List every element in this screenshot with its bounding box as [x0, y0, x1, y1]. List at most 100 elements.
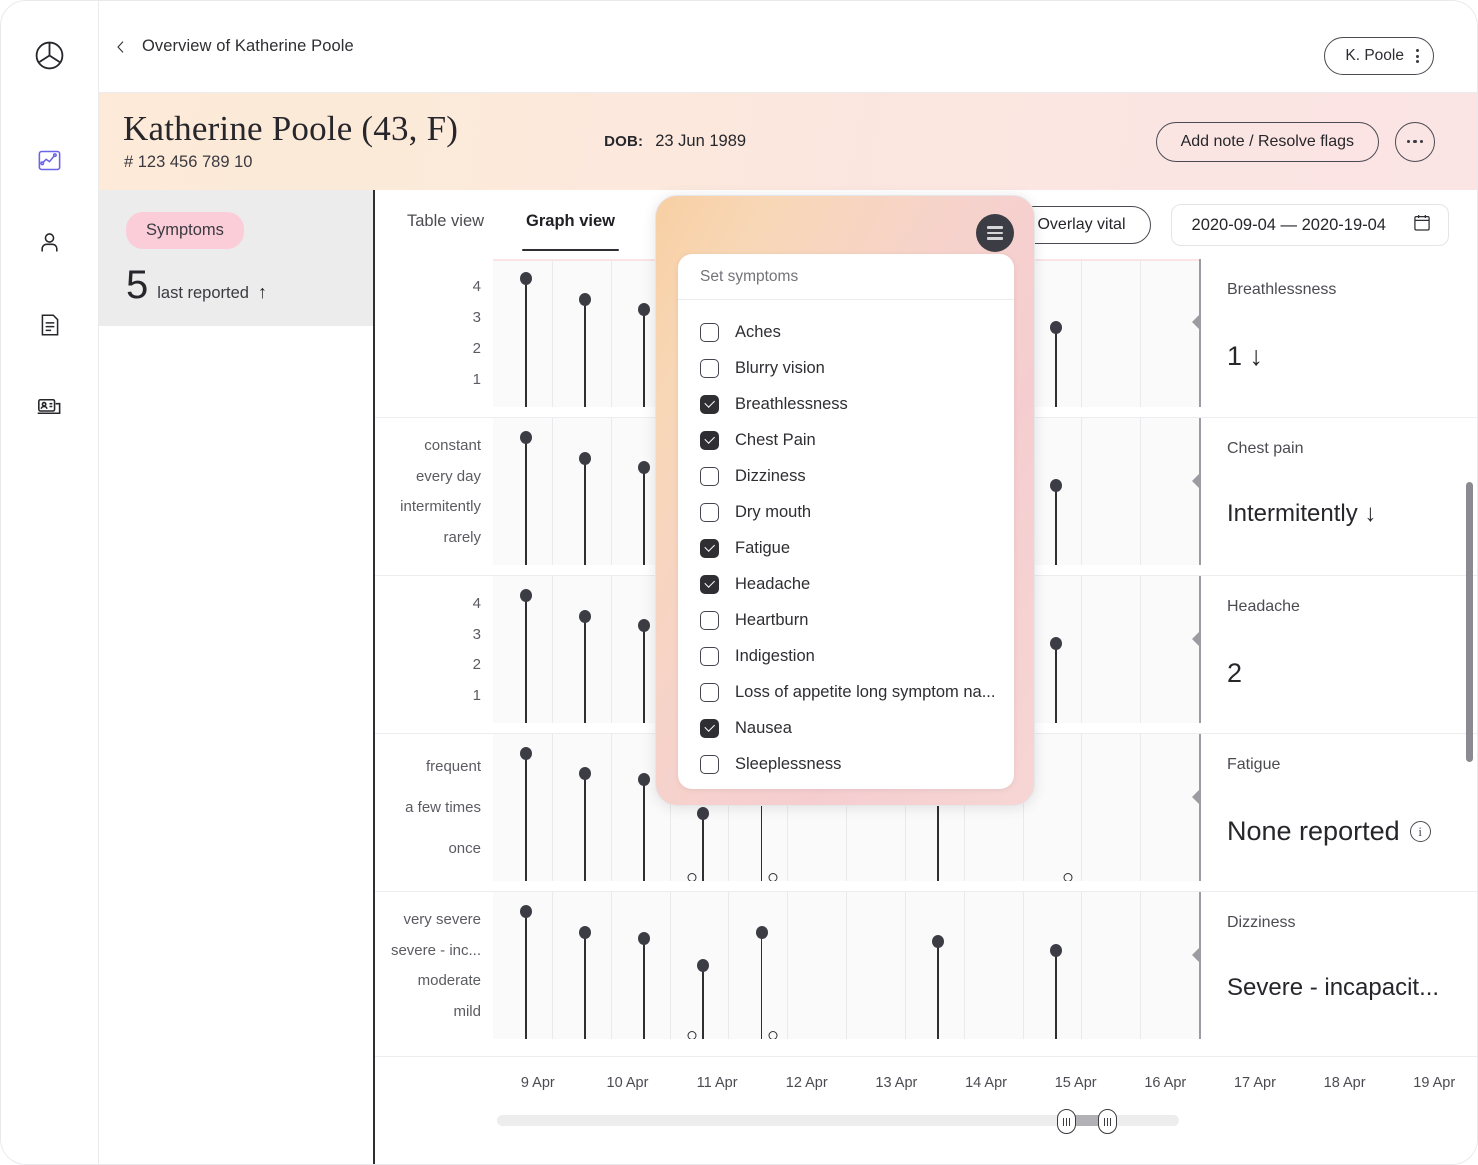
data-point-stem[interactable]	[637, 619, 650, 723]
data-point-stem[interactable]	[637, 302, 650, 407]
data-point-dot[interactable]	[520, 272, 533, 286]
data-point-stem[interactable]	[696, 959, 709, 1039]
zero-value-marker[interactable]	[687, 1031, 697, 1039]
checkbox[interactable]	[700, 538, 719, 558]
data-point-stem[interactable]	[696, 807, 709, 881]
data-point-stem[interactable]	[1049, 320, 1062, 407]
data-point-dot[interactable]	[520, 747, 533, 761]
user-menu-button[interactable]: K. Poole	[1324, 37, 1434, 75]
checkbox[interactable]	[700, 718, 719, 738]
data-point-stem[interactable]	[579, 926, 592, 1039]
data-point-dot[interactable]	[579, 767, 592, 781]
data-point-stem[interactable]	[755, 926, 768, 1039]
symptom-option-indigestion[interactable]: Indigestion	[678, 638, 1014, 674]
tab-table-view[interactable]: Table view	[407, 212, 484, 251]
data-point-dot[interactable]	[637, 619, 650, 633]
data-point-dot[interactable]	[579, 926, 592, 940]
checkbox[interactable]	[700, 502, 719, 522]
data-point-dot[interactable]	[520, 905, 533, 919]
symptom-option-fatigue[interactable]: Fatigue	[678, 530, 1014, 566]
sidebar-item-records[interactable]	[30, 307, 70, 347]
ellipsis-horizontal-icon[interactable]	[1395, 121, 1435, 162]
sidebar-item-consultations[interactable]	[30, 389, 70, 429]
symptom-option-dry-mouth[interactable]: Dry mouth	[678, 494, 1014, 530]
scrubber-left-handle[interactable]	[1056, 1109, 1076, 1134]
brand-logo-icon[interactable]	[30, 35, 70, 75]
data-point-dot[interactable]	[637, 773, 650, 787]
checkbox[interactable]	[700, 394, 719, 414]
data-point-dot[interactable]	[637, 302, 650, 316]
data-point-dot[interactable]	[1049, 944, 1062, 958]
symptom-option-loss-of-appetite-long-symptom-na[interactable]: Loss of appetite long symptom na...	[678, 674, 1014, 710]
sidebar-item-analytics[interactable]	[30, 143, 70, 183]
data-point-dot[interactable]	[520, 589, 533, 603]
hamburger-menu-icon[interactable]	[976, 214, 1014, 252]
date-range-picker[interactable]: 2020-09-04 — 2020-19-04	[1170, 204, 1449, 246]
data-point-dot[interactable]	[637, 932, 650, 946]
checkbox[interactable]	[700, 682, 719, 702]
sidebar-item-patients[interactable]	[30, 225, 70, 265]
id-card-laptop-icon	[36, 393, 63, 425]
checkbox[interactable]	[700, 574, 719, 594]
symptoms-summary-card[interactable]: Symptoms 5 last reported ↑	[99, 190, 373, 326]
zero-value-marker[interactable]	[1063, 873, 1073, 881]
zero-value-marker[interactable]	[768, 1031, 778, 1039]
checkbox[interactable]	[700, 610, 719, 630]
row-summary-value: Severe - incapacit...	[1227, 974, 1439, 1002]
symptom-option-dizziness[interactable]: Dizziness	[678, 458, 1014, 494]
data-point-stem[interactable]	[520, 589, 533, 723]
zero-value-marker[interactable]	[687, 873, 697, 881]
data-point-stem[interactable]	[1049, 479, 1062, 565]
kebab-vertical-icon[interactable]	[1416, 49, 1419, 63]
plot-area[interactable]	[493, 892, 1199, 1039]
symptom-option-blurry-vision[interactable]: Blurry vision	[678, 350, 1014, 386]
data-point-stem[interactable]	[520, 272, 533, 407]
checkbox[interactable]	[700, 430, 719, 450]
data-point-stem[interactable]	[637, 932, 650, 1039]
data-point-stem[interactable]	[579, 767, 592, 881]
data-point-dot[interactable]	[696, 959, 709, 973]
data-point-dot[interactable]	[1049, 637, 1062, 651]
tab-graph-view[interactable]: Graph view	[522, 212, 619, 251]
zero-value-marker[interactable]	[768, 873, 778, 881]
symptom-option-heartburn[interactable]: Heartburn	[678, 602, 1014, 638]
data-point-stem[interactable]	[1049, 944, 1062, 1039]
data-point-stem[interactable]	[579, 610, 592, 723]
checkbox[interactable]	[700, 754, 719, 774]
checkbox[interactable]	[700, 358, 719, 378]
data-point-dot[interactable]	[1049, 479, 1062, 493]
data-point-stem[interactable]	[637, 461, 650, 565]
data-point-dot[interactable]	[932, 935, 945, 949]
symptom-option-chest-pain[interactable]: Chest Pain	[678, 422, 1014, 458]
data-point-dot[interactable]	[579, 610, 592, 624]
data-point-stem[interactable]	[1049, 637, 1062, 723]
symptom-option-breathlessness[interactable]: Breathlessness	[678, 386, 1014, 422]
rows-scrollbar[interactable]	[1466, 482, 1473, 762]
back-link[interactable]: Overview of Katherine Poole	[113, 37, 354, 56]
time-scrubber[interactable]	[497, 1109, 1179, 1134]
checkbox[interactable]	[700, 466, 719, 486]
data-point-stem[interactable]	[579, 293, 592, 407]
add-note-resolve-flags-button[interactable]: Add note / Resolve flags	[1155, 121, 1379, 162]
symptom-option-sleeplessness[interactable]: Sleeplessness	[678, 746, 1014, 782]
checkbox[interactable]	[700, 322, 719, 342]
data-point-dot[interactable]	[755, 926, 768, 940]
data-point-dot[interactable]	[579, 452, 592, 466]
data-point-dot[interactable]	[637, 461, 650, 475]
data-point-stem[interactable]	[579, 452, 592, 565]
scrubber-right-handle[interactable]	[1097, 1109, 1117, 1134]
data-point-dot[interactable]	[520, 431, 533, 445]
symptom-option-nausea[interactable]: Nausea	[678, 710, 1014, 746]
symptom-option-headache[interactable]: Headache	[678, 566, 1014, 602]
data-point-stem[interactable]	[520, 747, 533, 881]
data-point-stem[interactable]	[932, 935, 945, 1039]
data-point-dot[interactable]	[1049, 320, 1062, 334]
data-point-dot[interactable]	[579, 293, 592, 307]
data-point-stem[interactable]	[520, 905, 533, 1039]
info-icon[interactable]: i	[1409, 821, 1431, 842]
symptom-option-aches[interactable]: Aches	[678, 314, 1014, 350]
data-point-stem[interactable]	[637, 773, 650, 881]
data-point-stem[interactable]	[520, 431, 533, 565]
data-point-dot[interactable]	[696, 807, 709, 821]
checkbox[interactable]	[700, 646, 719, 666]
